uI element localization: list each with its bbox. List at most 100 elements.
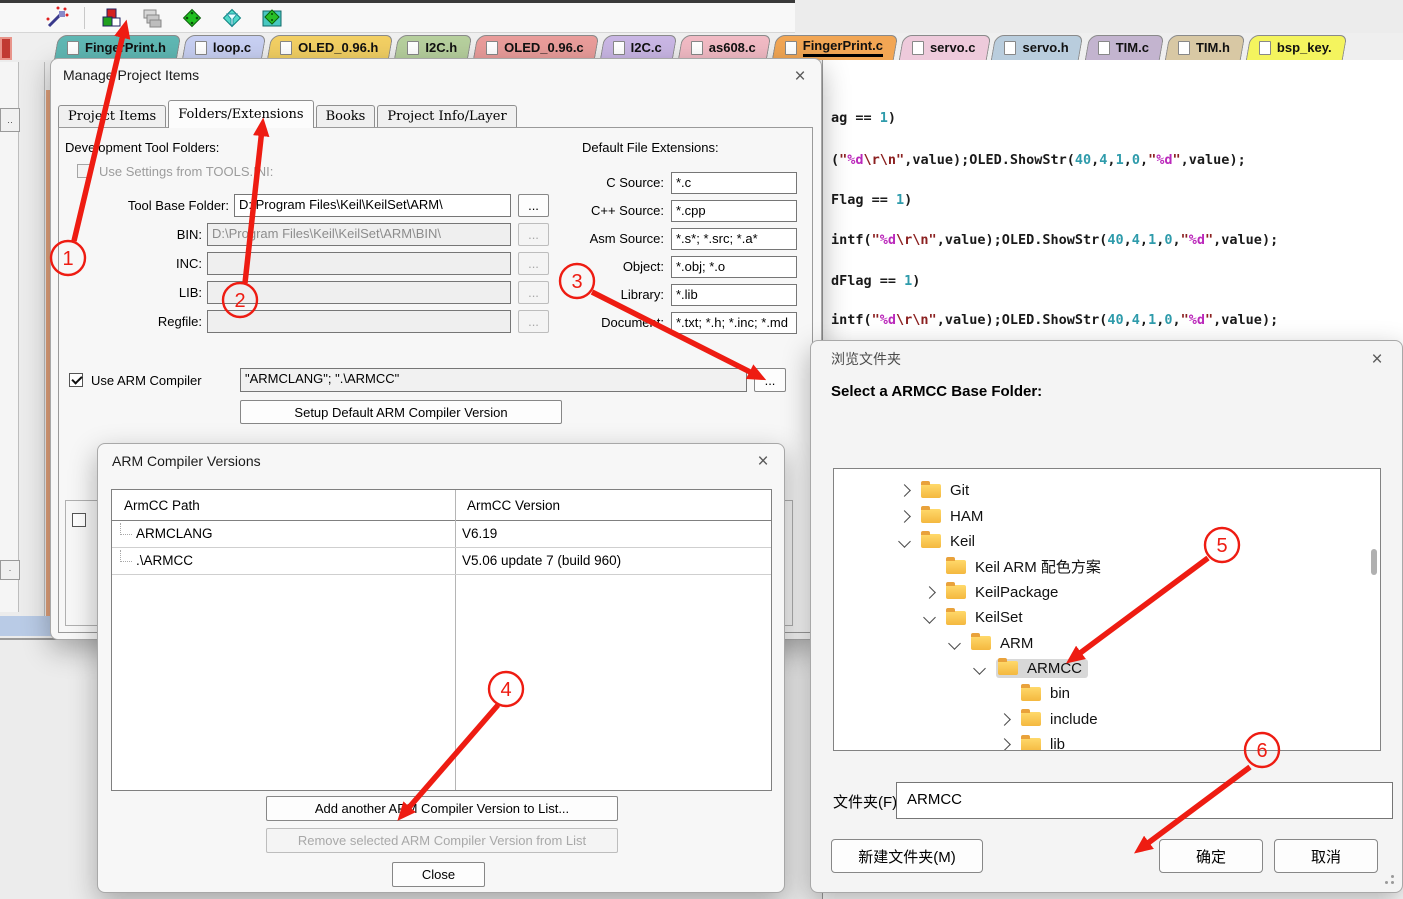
dialog-tab-books[interactable]: Books [315,105,376,128]
file-tab-i2c-c[interactable]: I2C.c [602,35,675,60]
copy-folders-icon[interactable] [139,5,165,31]
dialog-title: Manage Project Items [63,67,200,83]
pack-installer-icon[interactable] [259,5,285,31]
compiler-version-row[interactable]: .\ARMCC V5.06 update 7 (build 960) [112,547,771,574]
use-arm-compiler-label: Use ARM Compiler [91,373,202,388]
close-button[interactable]: Close [392,862,485,887]
file-tab-tim-c[interactable]: TIM.c [1087,35,1162,60]
resize-grip[interactable] [1391,881,1394,884]
ok-button[interactable]: 确定 [1159,839,1263,873]
extension-value-field[interactable]: *.obj; *.o [671,256,797,278]
close-icon[interactable] [787,64,813,90]
folder-path-field[interactable]: D:\Program Files\Keil\KeilSet\ARM\BIN\ [207,223,511,246]
folder-path-field[interactable]: D:\Program Files\Keil\KeilSet\ARM\ [234,194,511,217]
extensions-heading: Default File Extensions: [582,140,719,155]
file-tab-oled-0-96-c[interactable]: OLED_0.96.c [475,35,597,60]
file-tab-fingerprint-h[interactable]: FingerPrint.h [56,35,179,60]
document-icon [407,40,420,55]
new-folder-button[interactable]: 新建文件夹(M) [831,839,983,873]
tree-item-git[interactable]: Git [834,478,1380,503]
tree-item-ham[interactable]: HAM [834,503,1380,528]
chevron-right-icon[interactable] [898,484,911,498]
chevron-right-icon[interactable] [998,712,1011,726]
folder-icon [921,531,941,549]
extension-row-label: C++ Source: [591,203,664,218]
pane-divider [44,62,45,628]
browse-folder-dialog: 浏览文件夹 Select a ARMCC Base Folder: Git HAM… [810,340,1403,893]
arm-compiler-browse-button[interactable]: ... [754,368,786,392]
document-icon [911,40,924,55]
tree-item-keilset[interactable]: KeilSet [834,605,1380,630]
selected-highlight: ARMCC [996,658,1088,678]
tree-item-keilpackage[interactable]: KeilPackage [834,580,1380,605]
file-tab-bsp-key-[interactable]: bsp_key. [1248,35,1345,60]
filter-diamond-icon[interactable] [219,5,245,31]
cancel-button[interactable]: 取消 [1274,839,1378,873]
tree-connector [120,522,132,535]
setup-default-arm-compiler-button[interactable]: Setup Default ARM Compiler Version [240,400,562,424]
tree-item-lib[interactable]: lib [834,732,1380,750]
extension-value-field[interactable]: *.c [671,172,797,194]
remove-compiler-version-button[interactable]: Remove selected ARM Compiler Version fro… [266,828,618,853]
run-time-environment-icon[interactable] [179,5,205,31]
extension-value-field[interactable]: *.lib [671,284,797,306]
chevron-right-icon[interactable] [998,738,1011,750]
add-compiler-version-button[interactable]: Add another ARM Compiler Version to List… [266,796,618,821]
chevron-right-icon[interactable] [898,509,911,523]
tree-item-include[interactable]: include [834,707,1380,732]
file-tab-loop-c[interactable]: loop.c [184,35,264,60]
folder-name-input[interactable]: ARMCC [896,782,1393,819]
pane-mini-button-2[interactable]: · [0,560,20,580]
tree-item-bin[interactable]: bin [834,681,1380,706]
folder-row-label: LIB: [178,285,202,300]
file-tab-servo-c[interactable]: servo.c [901,35,989,60]
dialog-title: 浏览文件夹 [831,351,901,367]
file-tab-oled-0-96-h[interactable]: OLED_0.96.h [269,35,391,60]
extension-value-field[interactable]: *.txt; *.h; *.inc; *.md [671,312,797,334]
tools-ini-checkbox[interactable] [77,164,91,178]
close-icon[interactable] [750,449,776,475]
chevron-right-icon[interactable] [923,585,936,599]
chevron-down-icon[interactable] [923,611,936,625]
tree-item-keil[interactable]: Keil [834,529,1380,554]
use-arm-compiler-checkbox[interactable] [69,373,83,387]
compiler-versions-table[interactable]: ArmCC Path ArmCC Version ARMCLANG V6.19 .\… [111,489,772,791]
dialog-tab-project-items[interactable]: Project Items [58,105,167,128]
extension-value-field[interactable]: *.cpp [671,200,797,222]
tree-item-arm[interactable]: ARM [834,630,1380,655]
tree-scrollbar-thumb[interactable] [1371,549,1377,575]
extension-value-field[interactable]: *.s*; *.src; *.a* [671,228,797,250]
file-tab-bar: FingerPrint.h loop.c OLED_0.96.h I2C.h OLED_… [0,33,1403,60]
tree-item-armcc[interactable]: ARMCC [834,656,1380,681]
folder-tree[interactable]: Git HAM Keil Keil ARM 配色方案 KeilPackage KeilSe… [833,468,1381,751]
chevron-down-icon[interactable] [898,535,911,548]
options-wand-icon[interactable] [44,5,70,31]
tree-item-label: include [1050,710,1098,728]
pane-mini-button[interactable]: ‥ [0,108,20,132]
file-tab-tim-h[interactable]: TIM.h [1167,35,1243,60]
code-line: ag == 1) [831,110,897,126]
toolbar-separator [84,6,85,29]
gcc-checkbox[interactable] [72,513,86,527]
dialog-tab-folders-extensions[interactable]: Folders/Extensions [168,100,314,128]
tree-item-keil-arm-[interactable]: Keil ARM 配色方案 [834,554,1380,579]
compiler-version-row[interactable]: ARMCLANG V6.19 [112,520,771,547]
main-toolbar [0,3,795,33]
arm-compiler-value-field[interactable]: "ARMCLANG"; ".\ARMCC" [240,368,747,392]
folder-path-field[interactable] [207,281,511,304]
tab-label: I2C.c [630,40,662,55]
manage-project-items-icon[interactable] [99,5,125,31]
file-tab-as608-c[interactable]: as608.c [680,35,769,60]
armcc-version-cell: V6.19 [462,526,498,541]
folder-path-field[interactable] [207,310,511,333]
close-icon[interactable] [1364,347,1390,373]
file-tab-fingerprint-c[interactable]: FingerPrint.c [774,35,896,60]
chevron-down-icon[interactable] [948,636,961,650]
row-divider [112,574,771,575]
dialog-tab-project-info-layer[interactable]: Project Info/Layer [377,105,517,128]
file-tab-i2c-h[interactable]: I2C.h [396,35,470,60]
folder-path-field[interactable] [207,252,511,275]
folder-icon [946,556,966,574]
chevron-down-icon[interactable] [973,662,986,675]
file-tab-servo-h[interactable]: servo.h [993,35,1081,60]
